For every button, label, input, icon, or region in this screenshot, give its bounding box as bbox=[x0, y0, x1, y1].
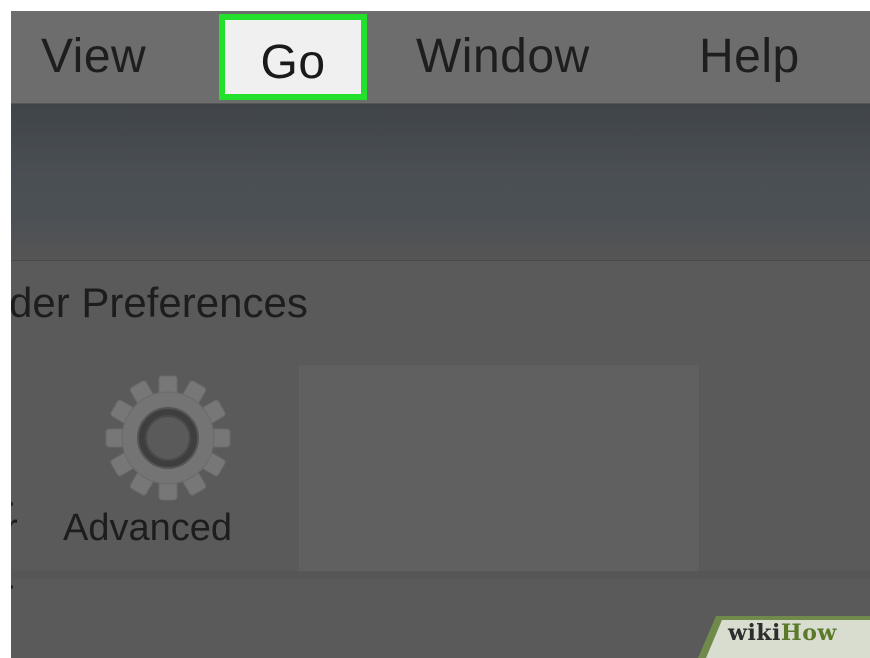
partial-icon-fragment bbox=[11, 585, 13, 589]
mac-screen: View Go Window Help der Preferences r Ad… bbox=[11, 11, 870, 658]
window-title-bar bbox=[11, 104, 870, 260]
screenshot-stage: View Go Window Help der Preferences r Ad… bbox=[0, 0, 870, 658]
preferences-toolbar: r Advanced bbox=[11, 359, 870, 589]
toolbar-divider bbox=[11, 571, 870, 579]
window-title: der Preferences bbox=[11, 279, 308, 326]
partial-icon-fragment bbox=[11, 502, 13, 506]
menu-item-help[interactable]: Help bbox=[699, 11, 800, 103]
watermark-prefix: wiki bbox=[728, 620, 781, 646]
menu-item-go[interactable]: Go bbox=[219, 14, 367, 100]
toolbar-empty-area bbox=[299, 365, 699, 577]
gear-icon[interactable] bbox=[93, 363, 243, 513]
menu-item-window[interactable]: Window bbox=[416, 11, 590, 103]
menu-item-view[interactable]: View bbox=[41, 11, 146, 103]
watermark-suffix: How bbox=[780, 620, 837, 646]
toolbar-partial-label[interactable]: r bbox=[11, 507, 18, 550]
watermark-logo: wikiHow bbox=[728, 620, 837, 646]
watermark: wikiHow bbox=[698, 616, 870, 658]
advanced-tab-label[interactable]: Advanced bbox=[63, 507, 232, 550]
preferences-window: der Preferences r Advanced bbox=[11, 260, 870, 658]
menu-bar: View Go Window Help bbox=[11, 11, 870, 104]
